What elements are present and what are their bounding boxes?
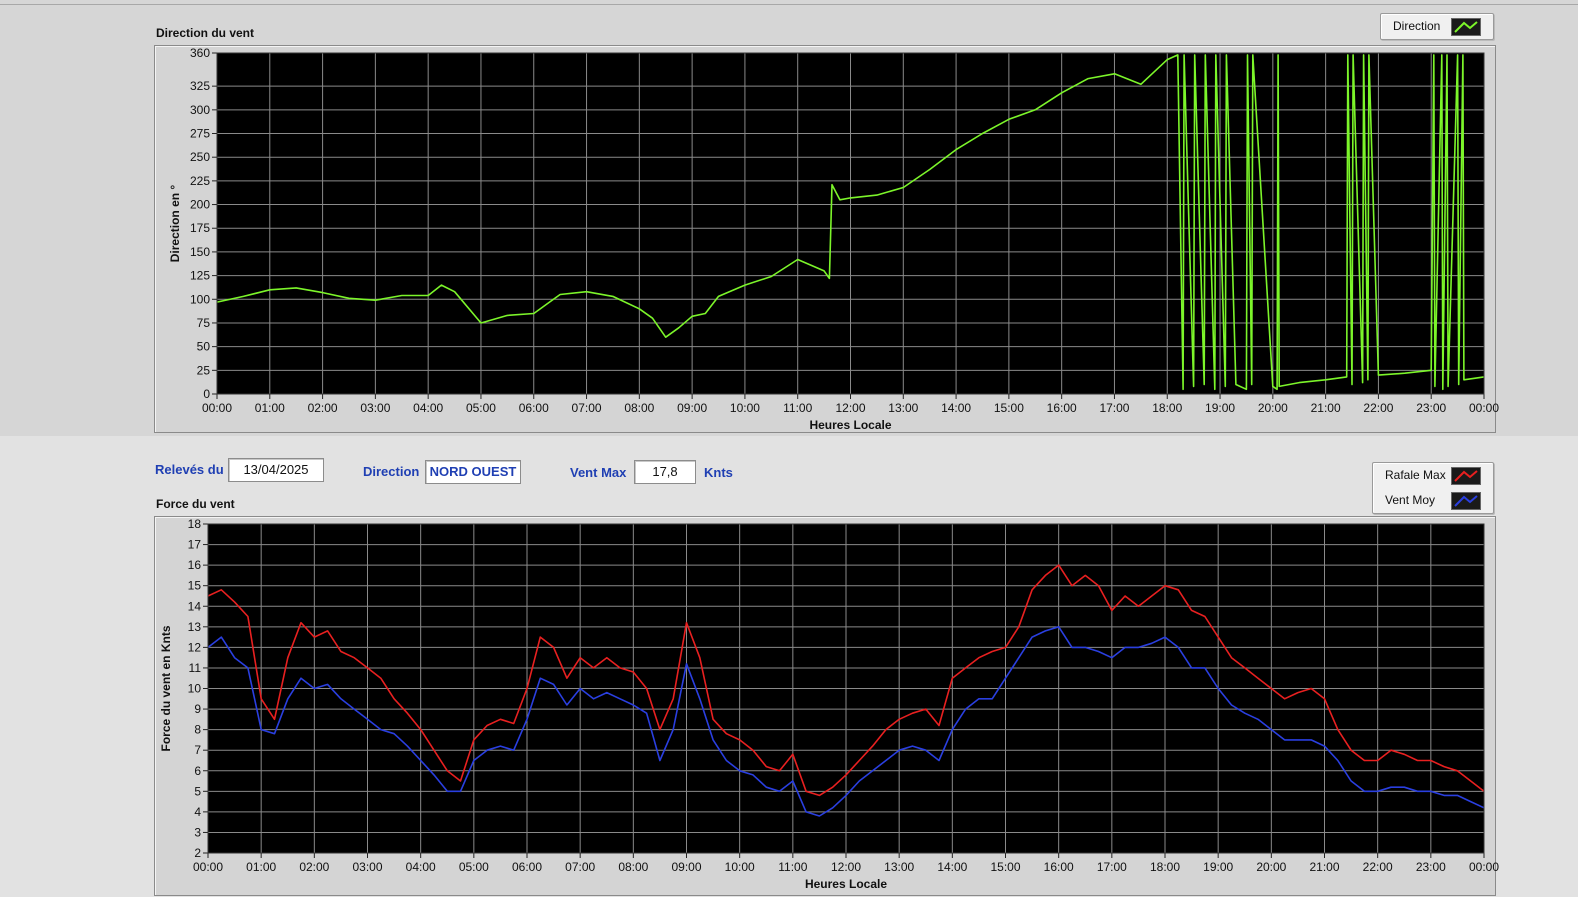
x-tick-label: 12:00 [831, 860, 861, 874]
y-tick-label: 7 [194, 743, 201, 757]
x-tick-label: 16:00 [1044, 860, 1074, 874]
x-tick-label: 19:00 [1203, 860, 1233, 874]
x-tick-label: 05:00 [459, 860, 489, 874]
y-tick-label: 12 [188, 640, 202, 654]
force-chart: 2 3 4 5 6 7 8 9 10 11 12 13 14 15 16 17 18 00:00 01:00 02:0… [159, 517, 1499, 891]
y-tick-label: 3 [194, 825, 201, 839]
y-tick-label: 9 [194, 702, 201, 716]
y-tick-label: 18 [188, 517, 202, 531]
x-tick-label: 03:00 [352, 860, 382, 874]
x-tick-label: 07:00 [565, 860, 595, 874]
x-tick-label: 15:00 [990, 860, 1020, 874]
x-tick-label: 01:00 [246, 860, 276, 874]
x-tick-label: 10:00 [725, 860, 755, 874]
x-tick-label: 20:00 [1256, 860, 1286, 874]
x-tick-label: 00:00 [1469, 860, 1499, 874]
x-tick-label: 23:00 [1416, 860, 1446, 874]
y-tick-label: 15 [188, 579, 202, 593]
y-tick-label: 16 [188, 558, 202, 572]
x-tick-label: 21:00 [1309, 860, 1339, 874]
x-tick-label: 17:00 [1097, 860, 1127, 874]
y-axis-title: Force du vent en Knts [159, 625, 173, 751]
y-tick-label: 2 [194, 846, 201, 860]
x-tick-label: 02:00 [299, 860, 329, 874]
y-tick-label: 6 [194, 764, 201, 778]
x-tick-label: 22:00 [1363, 860, 1393, 874]
x-tick-label: 18:00 [1150, 860, 1180, 874]
x-tick-label: 00:00 [193, 860, 223, 874]
y-tick-label: 5 [194, 784, 201, 798]
y-tick-label: 17 [188, 538, 202, 552]
x-tick-label: 06:00 [512, 860, 542, 874]
y-tick-label: 11 [189, 661, 202, 675]
x-tick-label: 13:00 [884, 860, 914, 874]
x-tick-label: 08:00 [618, 860, 648, 874]
x-tick-label: 09:00 [671, 860, 701, 874]
x-tick-label: 11:00 [778, 860, 807, 874]
x-axis-title: Heures Locale [805, 877, 887, 891]
x-tick-label: 14:00 [937, 860, 967, 874]
x-tick-label: 04:00 [406, 860, 436, 874]
y-tick-label: 8 [194, 723, 201, 737]
y-tick-label: 14 [188, 599, 202, 613]
y-tick-label: 4 [194, 805, 201, 819]
y-tick-label: 10 [188, 682, 202, 696]
y-tick-label: 13 [188, 620, 202, 634]
